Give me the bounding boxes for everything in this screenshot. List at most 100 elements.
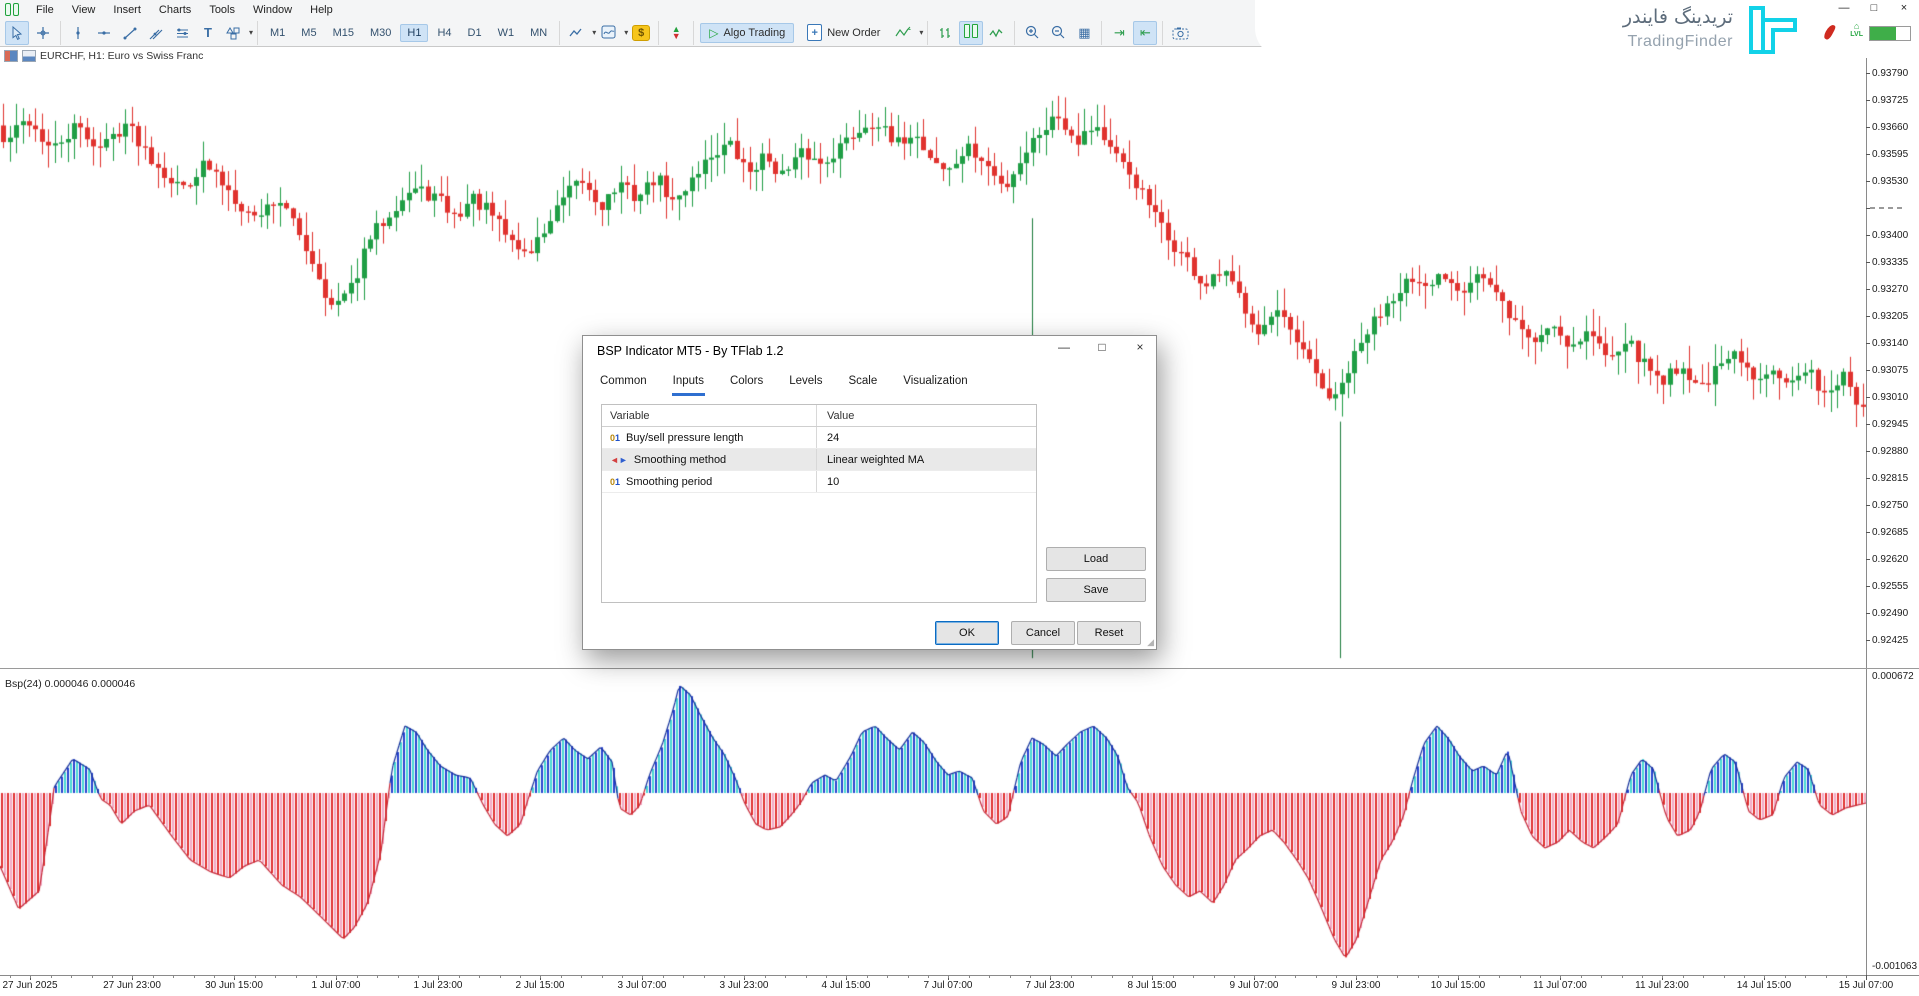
table-row[interactable]: ◄►Smoothing methodLinear weighted MA [602,449,1036,471]
time-minor-tick [1275,975,1276,978]
inputs-table: VariableValue01Buy/sell pressure length2… [601,404,1037,603]
indicator-window-icon[interactable] [597,21,621,45]
crosshair-icon[interactable] [31,21,55,45]
ok-button[interactable]: OK [935,621,999,645]
save-button[interactable]: Save [1046,578,1146,602]
param-value: Linear weighted MA [817,454,1036,466]
menu-help[interactable]: Help [301,2,342,18]
window-restore-button[interactable]: □ [1867,2,1881,14]
param-value: 10 [817,476,1036,488]
timeframe-d1[interactable]: D1 [461,24,489,42]
vertical-line-icon[interactable] [66,21,90,45]
indicator-pane-separator[interactable] [0,668,1919,669]
shapes-icon[interactable] [222,21,246,45]
price-tick-label: 0.93010 [1872,392,1918,403]
table-row[interactable]: 01Smoothing period10 [602,471,1036,493]
timeframe-mn[interactable]: MN [523,24,554,42]
tab-inputs[interactable]: Inputs [672,372,705,396]
channel-icon[interactable] [144,21,168,45]
shapes-dropdown-icon[interactable]: ▾ [249,28,253,37]
window-close-button[interactable]: × [1897,2,1911,14]
oneclick-trading-icon[interactable] [4,50,18,62]
tab-colors[interactable]: Colors [729,372,764,396]
timeframe-h1[interactable]: H1 [400,24,428,42]
cycle-lines-icon[interactable] [170,21,194,45]
time-minor-tick [704,975,705,978]
menu-file[interactable]: File [27,2,63,18]
buy-sell-arrows-icon[interactable]: ▲▼ [664,21,688,45]
price-tick-label: 0.93530 [1872,176,1918,187]
timeframe-group: M1M5M15M30H1H4D1W1MN [258,21,560,45]
dialog-close-button[interactable]: × [1132,340,1148,354]
dialog-maximize-button[interactable]: □ [1094,340,1110,354]
dialog-minimize-button[interactable]: — [1056,340,1072,354]
time-minor-tick [1805,975,1806,978]
algo-trading-button[interactable]: ▷ Algo Trading [700,23,794,43]
numeric-param-icon: 01 [610,477,620,487]
time-minor-tick [1214,975,1215,978]
time-minor-tick [642,975,643,978]
trendline-icon[interactable] [118,21,142,45]
indicator-insert-icon[interactable] [892,21,916,45]
menu-tools[interactable]: Tools [200,2,244,18]
menu-window[interactable]: Window [244,2,301,18]
zoom-out-icon[interactable] [1046,21,1070,45]
timeframe-m30[interactable]: M30 [363,24,398,42]
indicators-dropdown-icon[interactable]: ▾ [592,28,596,37]
indicator-scale-top: 0.000672 [1872,671,1918,682]
indicators-icon[interactable] [565,21,589,45]
window-minimize-button[interactable]: — [1837,2,1851,14]
time-tick-label: 30 Jun 15:00 [194,980,274,991]
zoom-in-icon[interactable] [1020,21,1044,45]
time-tick-label: 1 Jul 23:00 [398,980,478,991]
param-value: 24 [817,432,1036,444]
time-minor-tick [806,975,807,978]
timeframe-m5[interactable]: M5 [294,24,323,42]
price-tick [1866,586,1870,587]
dollar-icon[interactable]: $ [629,21,653,45]
price-tick [1866,397,1870,398]
time-minor-tick [459,975,460,978]
tab-common[interactable]: Common [599,372,648,396]
screenshot-icon[interactable] [1168,21,1192,45]
time-minor-tick [1499,975,1500,978]
shift-end-icon[interactable]: ⇥ [1107,21,1131,45]
auto-scroll-icon[interactable]: ⇤ [1133,21,1157,45]
line-chart-icon[interactable] [985,21,1009,45]
brush-icon[interactable] [1823,23,1837,40]
price-tick [1866,73,1870,74]
timeframe-w1[interactable]: W1 [491,24,522,42]
timeframe-h4[interactable]: H4 [430,24,458,42]
text-icon[interactable]: T [196,21,220,45]
time-minor-tick [1112,975,1113,978]
price-tick-label: 0.93595 [1872,149,1918,160]
time-tick-label: 27 Jun 2025 [0,980,70,991]
tab-levels[interactable]: Levels [788,372,823,396]
indicator-window-dropdown-icon[interactable]: ▾ [624,28,628,37]
new-order-button[interactable]: + New Order [798,21,889,44]
resize-grip-icon[interactable]: ◢ [1147,637,1154,648]
horizontal-line-icon[interactable] [92,21,116,45]
tile-windows-icon[interactable]: ▦ [1072,21,1096,45]
candle-chart-icon[interactable] [959,21,983,45]
time-tick-label: 11 Jul 23:00 [1622,980,1702,991]
price-tick [1866,559,1870,560]
price-tick-label: 0.93075 [1872,365,1918,376]
cursor-icon[interactable] [5,21,29,45]
reset-button[interactable]: Reset [1077,621,1141,645]
timeframe-m15[interactable]: M15 [326,24,361,42]
connection-bar-icon [1869,26,1911,41]
load-button[interactable]: Load [1046,547,1146,571]
menu-insert[interactable]: Insert [104,2,150,18]
tab-scale[interactable]: Scale [847,372,878,396]
indicator-insert-dropdown-icon[interactable]: ▾ [919,28,923,37]
timeframe-m1[interactable]: M1 [263,24,292,42]
tab-visualization[interactable]: Visualization [902,372,968,396]
menu-view[interactable]: View [63,2,105,18]
cancel-button[interactable]: Cancel [1011,621,1075,645]
bar-chart-icon[interactable] [933,21,957,45]
time-minor-tick [1662,975,1663,978]
menu-charts[interactable]: Charts [150,2,200,18]
price-tick [1866,289,1870,290]
table-row[interactable]: 01Buy/sell pressure length24 [602,427,1036,449]
